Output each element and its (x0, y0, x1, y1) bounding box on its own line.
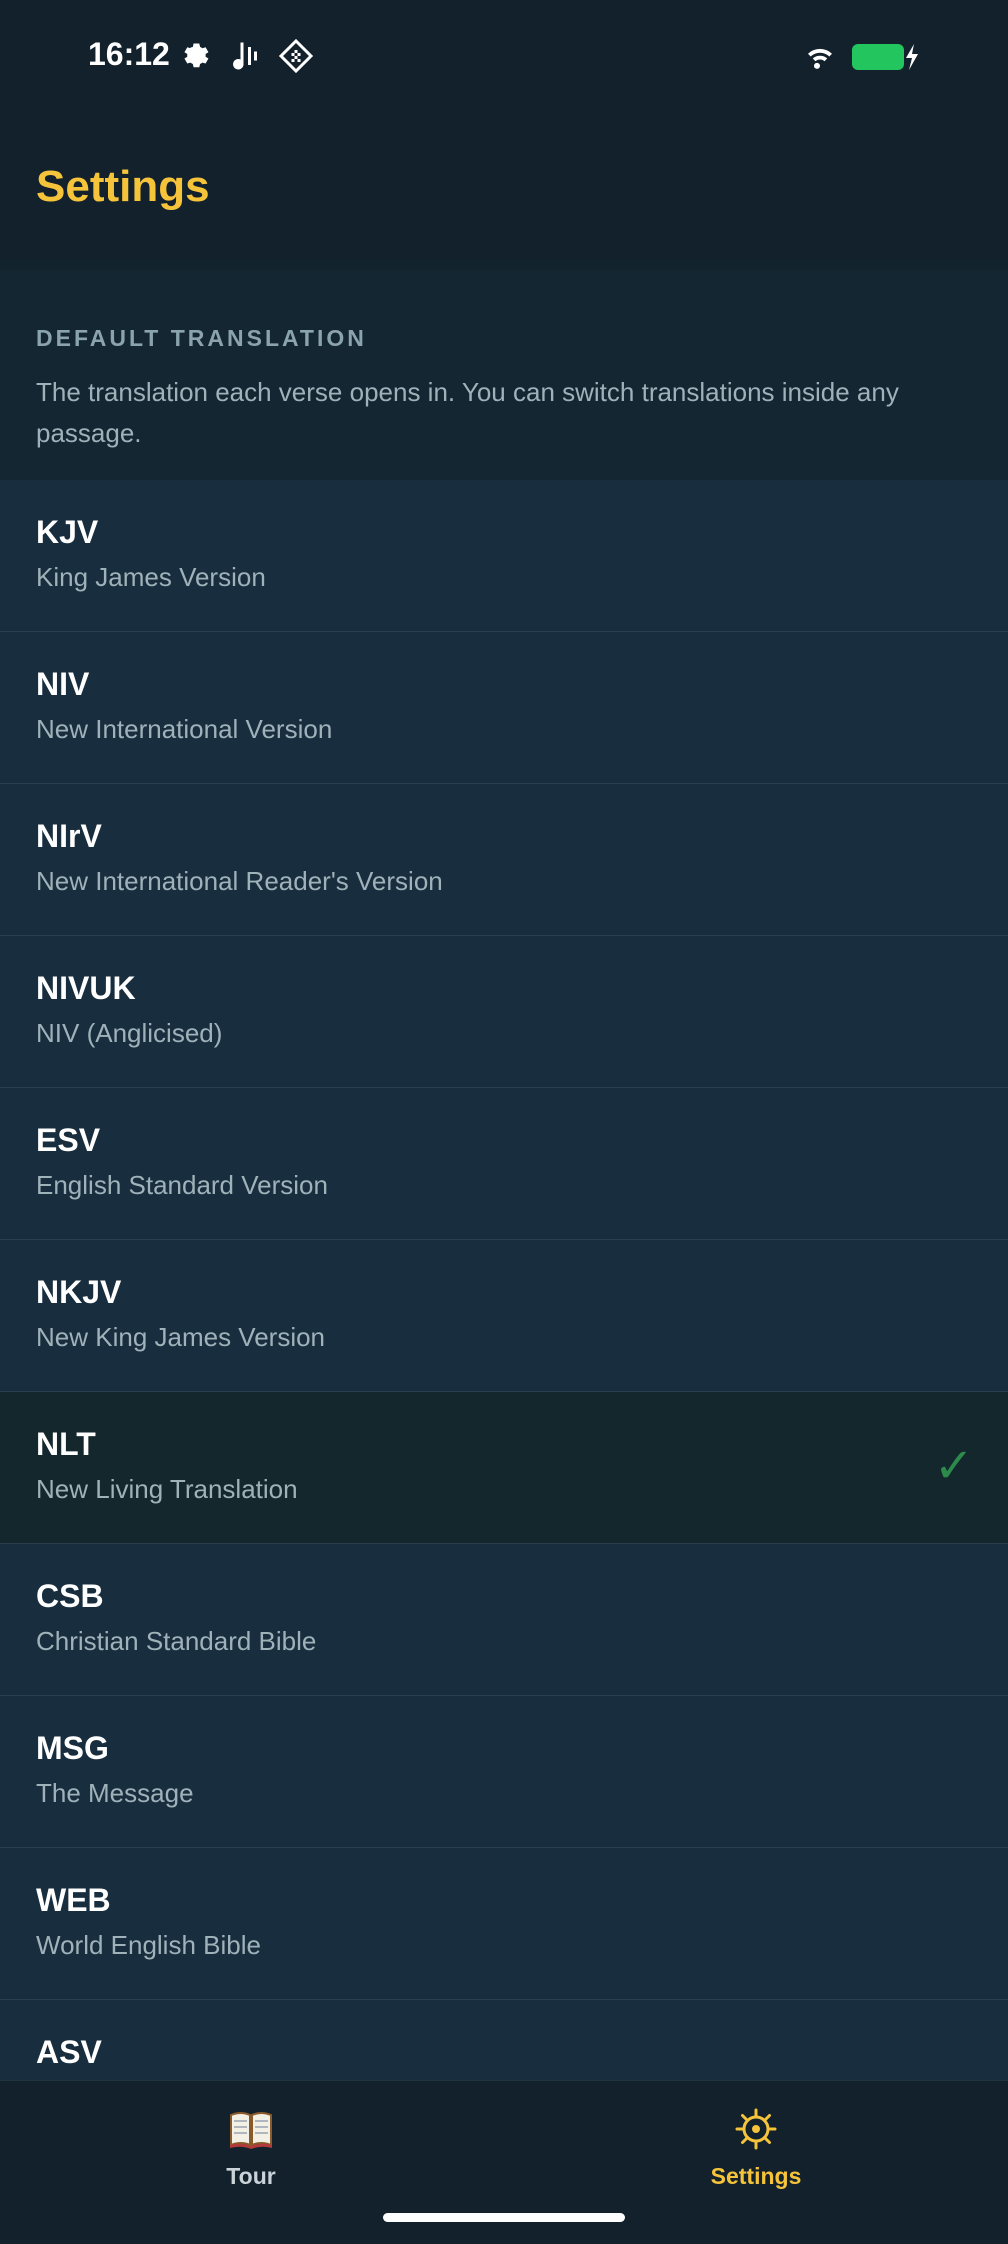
translation-name: Christian Standard Bible (36, 1626, 317, 1656)
translation-row-csb[interactable]: CSB Christian Standard Bible (0, 1544, 1008, 1696)
translation-code: NLT (36, 1426, 96, 1462)
translation-code: NIrV (36, 818, 102, 854)
nav-tab-tour[interactable]: Tour (131, 2105, 371, 2205)
translation-name: World English Bible (36, 1930, 261, 1960)
diamond-grid-icon (278, 38, 314, 74)
translation-row-esv[interactable]: ESV English Standard Version (0, 1088, 1008, 1240)
translation-name: New International Reader's Version (36, 866, 443, 896)
nav-tab-settings[interactable]: Settings (636, 2105, 876, 2205)
check-icon: ✓ (933, 1438, 974, 1494)
translation-name: King James Version (36, 562, 266, 592)
translation-row-nlt[interactable]: NLT New Living Translation ✓ (0, 1392, 1008, 1544)
sun-gear-icon (732, 2105, 780, 2153)
translation-row-nkjv[interactable]: NKJV New King James Version (0, 1240, 1008, 1392)
section-label: DEFAULT TRANSLATION (36, 325, 367, 351)
translation-row-web[interactable]: WEB World English Bible (0, 1848, 1008, 2000)
home-indicator[interactable] (383, 2213, 625, 2222)
status-time: 16:12 (88, 36, 170, 72)
battery-charging-icon (852, 38, 922, 74)
translation-name: English Standard Version (36, 1170, 328, 1200)
translation-row-nivuk[interactable]: NIVUK NIV (Anglicised) (0, 936, 1008, 1088)
translation-list: KJV King James Version NIV New Internati… (0, 480, 1008, 2080)
translation-row-msg[interactable]: MSG The Message (0, 1696, 1008, 1848)
translation-code: MSG (36, 1730, 109, 1766)
translation-code: ESV (36, 1122, 101, 1158)
nav-label-settings: Settings (710, 2163, 802, 2189)
translation-code: NIV (36, 666, 90, 702)
translation-code: KJV (36, 514, 99, 550)
gear-icon (178, 38, 214, 74)
page-title: Settings (36, 162, 210, 211)
book-icon (227, 2105, 275, 2153)
app-header: Settings (0, 112, 1008, 260)
translation-name: NIV (Anglicised) (36, 1018, 223, 1048)
translation-name: The Message (36, 1778, 194, 1808)
music-note-icon (227, 38, 263, 74)
nav-label-tour: Tour (226, 2163, 276, 2189)
translation-row-asv[interactable]: ASV (0, 2000, 1008, 2080)
translation-name: New King James Version (36, 1322, 326, 1352)
translation-code: CSB (36, 1578, 104, 1614)
translation-code: NKJV (36, 1274, 122, 1310)
translation-name: New Living Translation (36, 1474, 298, 1504)
translation-row-niv[interactable]: NIV New International Version (0, 632, 1008, 784)
translation-row-kjv[interactable]: KJV King James Version (0, 480, 1008, 632)
translation-name: New International Version (36, 714, 333, 744)
status-bar: 16:12 (0, 0, 1008, 112)
default-translation-section: DEFAULT TRANSLATION The translation each… (0, 270, 1008, 480)
translation-code: NIVUK (36, 970, 136, 1006)
translation-row-nirv[interactable]: NIrV New International Reader's Version (0, 784, 1008, 936)
translation-code: WEB (36, 1882, 111, 1918)
wifi-icon (800, 38, 840, 74)
section-description: The translation each verse opens in. You… (36, 377, 899, 448)
translation-code: ASV (36, 2034, 102, 2070)
